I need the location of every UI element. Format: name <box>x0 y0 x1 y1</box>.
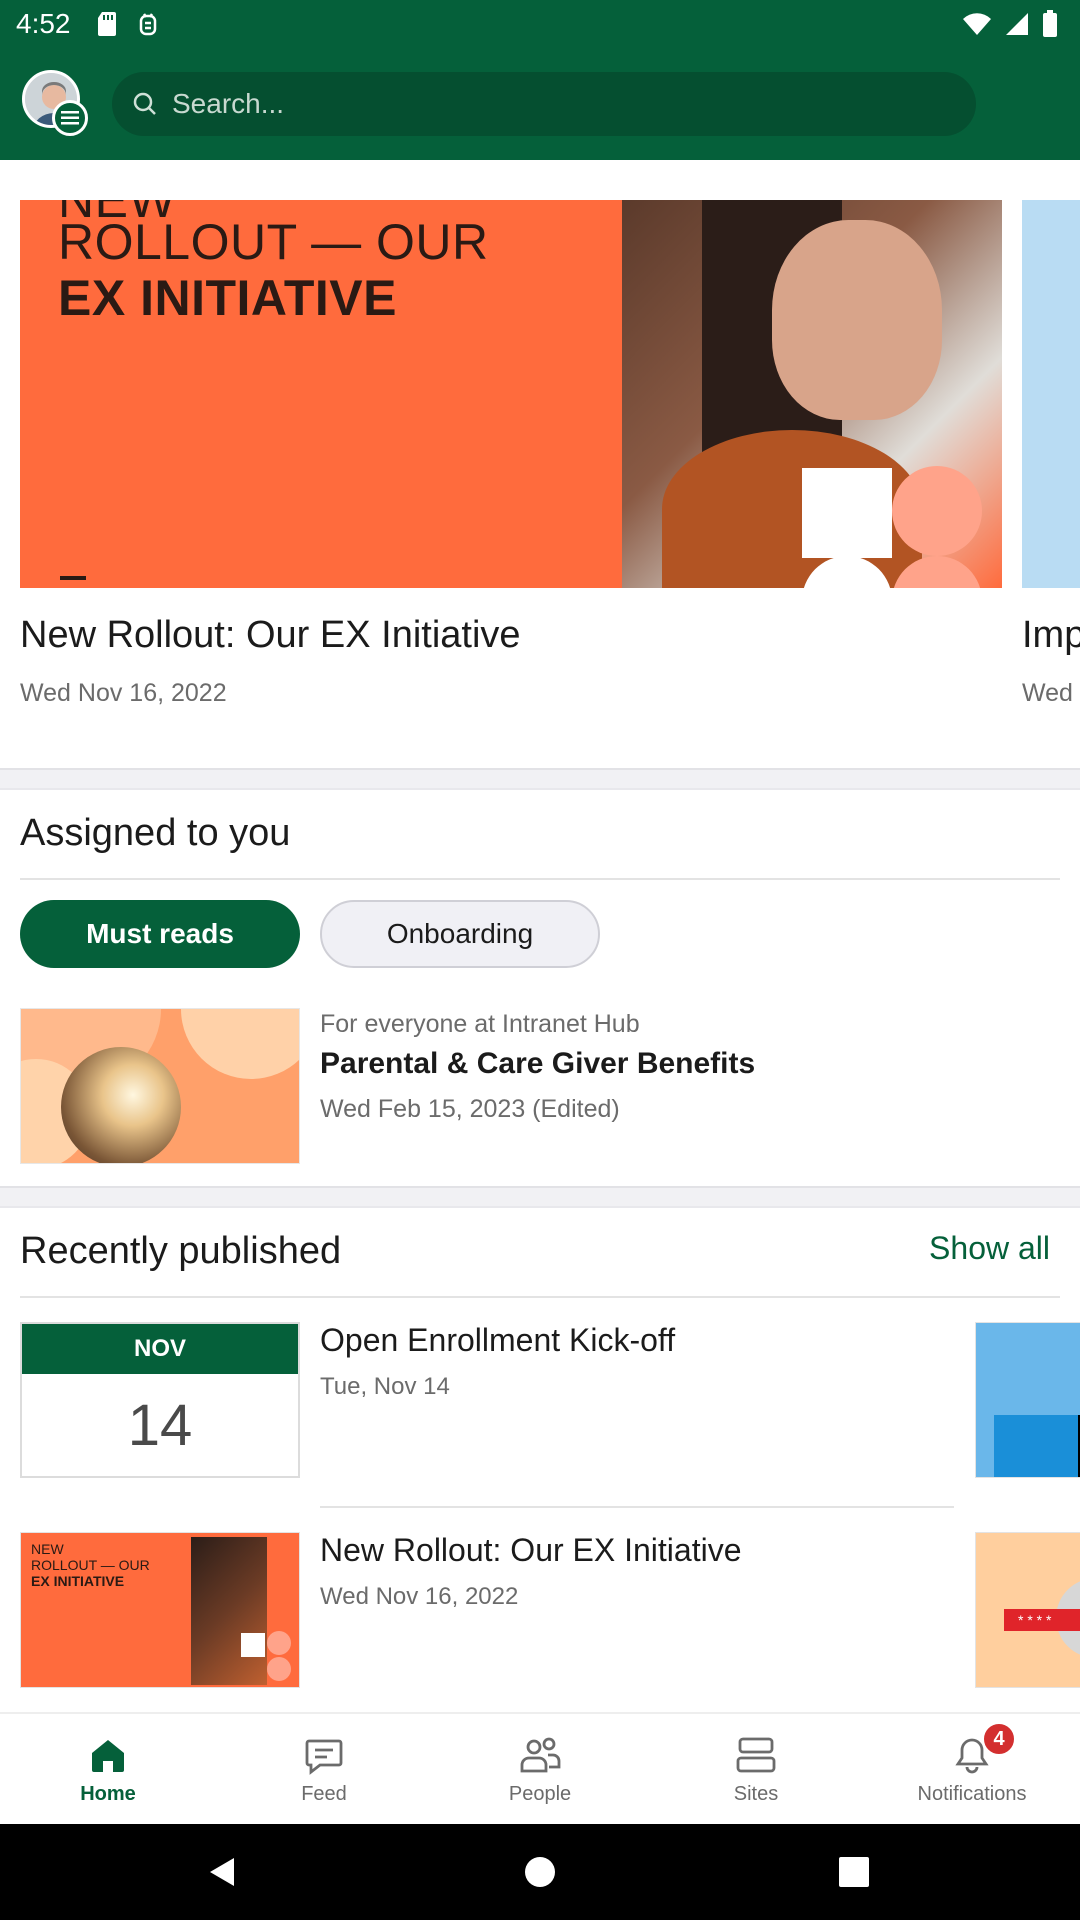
battery-icon <box>1043 10 1057 37</box>
hero-date-next: Wed <box>1022 679 1073 707</box>
divider <box>20 1296 1060 1298</box>
hero-carousel[interactable]: NEW ROLLOUT — OUR EX INITIATIVE New Roll… <box>0 160 1080 768</box>
nav-feed[interactable]: Feed <box>216 1714 432 1826</box>
nav-home[interactable]: Home <box>0 1714 216 1826</box>
nav-label: Notifications <box>917 1782 1027 1805</box>
home-icon <box>92 1739 124 1772</box>
hero-card-next[interactable]: Imp Wed <box>1022 200 1080 708</box>
tab-onboarding[interactable]: Onboarding <box>320 900 600 968</box>
nav-notifications[interactable]: 4 Notifications <box>864 1714 1080 1826</box>
hero-image[interactable]: NEW ROLLOUT — OUR EX INITIATIVE <box>20 200 1002 588</box>
nav-sites[interactable]: Sites <box>648 1714 864 1826</box>
calendar-tile: NOV 14 <box>20 1322 300 1478</box>
home-button[interactable] <box>516 1848 564 1896</box>
thumb-photo <box>61 1047 181 1163</box>
recents-icon <box>839 1857 869 1887</box>
hero-card[interactable]: NEW ROLLOUT — OUR EX INITIATIVE New Roll… <box>20 200 1002 708</box>
recent-title: Recently published <box>20 1230 342 1272</box>
hero-title[interactable]: New Rollout: Our EX Initiative <box>20 614 1002 657</box>
calendar-day: 14 <box>127 1392 193 1458</box>
hero-face <box>772 220 942 420</box>
system-nav-bar <box>0 1824 1080 1920</box>
wifi-icon <box>963 13 991 35</box>
calendar-month: NOV <box>22 1324 298 1374</box>
list-item-meta: Open Enrollment Kick-off Tue, Nov 14 <box>320 1322 675 1401</box>
assigned-section: Assigned to you Must reads Onboarding Fo… <box>0 790 1080 1186</box>
section-divider <box>0 768 1080 790</box>
recents-button[interactable] <box>830 1848 878 1896</box>
home-circle-icon <box>525 1857 555 1887</box>
bottom-nav: Home Feed People Sites 4 Notifications <box>0 1712 1080 1824</box>
signal-icon <box>1006 13 1028 35</box>
list-item-meta: New Rollout: Our EX Initiative Wed Nov 1… <box>320 1532 742 1611</box>
hero-shape-square <box>802 468 892 558</box>
divider <box>20 878 1060 880</box>
list-item[interactable]: NEW ROLLOUT — OUR EX INITIATIVE New Roll… <box>20 1532 1080 1688</box>
list-item[interactable]: NOV 14 Open Enrollment Kick-off Tue, Nov… <box>20 1322 1080 1478</box>
app-header: 4:52 <box>0 0 1080 160</box>
divider <box>320 1506 954 1508</box>
thumb-shape <box>267 1657 291 1681</box>
section-divider <box>0 1186 1080 1208</box>
thumb-text: NEW ROLLOUT — OUR EX INITIATIVE <box>31 1541 150 1589</box>
assigned-audience: For everyone at Intranet Hub <box>320 1010 640 1038</box>
list-item-thumbnail[interactable]: NEW ROLLOUT — OUR EX INITIATIVE <box>20 1532 300 1688</box>
thumb-graphic: * * * * <box>976 1533 1080 1687</box>
assigned-title: Assigned to you <box>20 812 291 854</box>
back-button[interactable] <box>198 1848 246 1896</box>
list-item-date: Wed Nov 16, 2022 <box>320 1583 519 1610</box>
hero-shape-circle <box>892 466 982 556</box>
people-icon <box>520 1737 561 1772</box>
status-time: 4:52 <box>16 8 71 39</box>
show-all-link[interactable]: Show all <box>929 1230 1050 1267</box>
assigned-item-date: Wed Feb 15, 2023 (Edited) <box>320 1095 620 1123</box>
feed-icon <box>305 1739 343 1775</box>
search-icon <box>133 92 156 115</box>
list-item-thumbnail[interactable] <box>975 1322 1080 1478</box>
thumb-text-line: EX INITIATIVE <box>31 1573 125 1589</box>
list-item-thumbnail[interactable]: * * * * <box>975 1532 1080 1688</box>
assigned-thumbnail[interactable] <box>20 1008 300 1164</box>
nav-label: Home <box>80 1782 136 1805</box>
hero-image-next[interactable] <box>1022 200 1080 588</box>
status-bar: 4:52 <box>0 0 1080 48</box>
status-right-icons <box>962 10 1058 38</box>
list-item-title[interactable]: New Rollout: Our EX Initiative <box>320 1532 742 1569</box>
thumb-text-line: ROLLOUT — OUR <box>31 1557 150 1573</box>
menu-icon[interactable] <box>52 100 88 136</box>
list-item-date: Tue, Nov 14 <box>320 1373 450 1400</box>
hero-image-text-line2: EX INITIATIVE <box>58 270 397 326</box>
thumb-photo <box>191 1537 267 1685</box>
nav-label: Sites <box>733 1782 779 1805</box>
recent-section: Recently published Show all NOV 14 Open … <box>0 1208 1080 1712</box>
nav-people[interactable]: People <box>432 1714 648 1826</box>
search-input[interactable] <box>172 88 932 120</box>
search-box[interactable] <box>112 72 976 136</box>
svg-text:* * * *: * * * * <box>1018 1612 1052 1628</box>
nav-label: Feed <box>301 1782 347 1805</box>
thumb-shape <box>267 1631 291 1655</box>
assigned-meta: For everyone at Intranet Hub Parental & … <box>320 1010 755 1124</box>
thumb-text-line: NEW <box>31 1541 64 1557</box>
thumb-shape <box>241 1633 265 1657</box>
assigned-item[interactable]: For everyone at Intranet Hub Parental & … <box>20 1008 1060 1164</box>
nav-label: People <box>508 1782 572 1805</box>
thumb-shape <box>181 1009 299 1079</box>
assigned-item-title[interactable]: Parental & Care Giver Benefits <box>320 1047 755 1081</box>
debug-icon <box>139 13 157 36</box>
notification-badge: 4 <box>982 1722 1016 1756</box>
sites-icon <box>736 1737 776 1772</box>
status-left-icons <box>96 10 160 38</box>
sd-card-icon <box>98 12 116 36</box>
hero-image-text-top: NEW <box>58 200 177 228</box>
hero-dash <box>60 576 86 580</box>
hero-date: Wed Nov 16, 2022 <box>20 679 227 707</box>
list-item-title[interactable]: Open Enrollment Kick-off <box>320 1322 675 1359</box>
hero-title-next[interactable]: Imp <box>1022 614 1080 657</box>
tab-must-reads[interactable]: Must reads <box>20 900 300 968</box>
back-icon <box>210 1858 234 1886</box>
thumb-graphic <box>976 1323 1080 1477</box>
hero-image-text: NEW ROLLOUT — OUR EX INITIATIVE <box>58 200 489 326</box>
hero-photo <box>622 200 1002 588</box>
